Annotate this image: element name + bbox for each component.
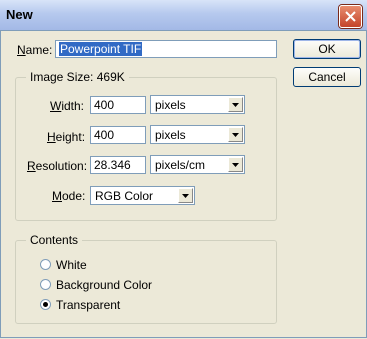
name-input[interactable]: Powerpoint TIF (55, 40, 277, 58)
radio-transparent-label[interactable]: Transparent (56, 298, 120, 312)
cancel-button[interactable]: Cancel (293, 67, 361, 87)
title-bar: New (0, 0, 367, 31)
close-button[interactable] (339, 5, 362, 28)
height-unit-select[interactable]: pixels (150, 125, 245, 144)
radio-white-label[interactable]: White (56, 258, 87, 272)
width-input[interactable]: 400 (90, 96, 146, 114)
image-size-value: 469K (96, 70, 125, 84)
image-size-label: Image Size: (30, 70, 94, 84)
mode-value: RGB Color (95, 189, 154, 203)
width-unit-select[interactable]: pixels (150, 95, 245, 114)
name-value: Powerpoint TIF (59, 42, 143, 56)
resolution-label: Resolution: (27, 159, 88, 173)
close-icon (345, 11, 356, 22)
radio-background-color-label[interactable]: Background Color (56, 278, 152, 292)
chevron-down-icon (228, 157, 243, 172)
height-label: Height: (47, 130, 86, 144)
height-input[interactable]: 400 (90, 126, 146, 144)
radio-background-color[interactable] (40, 279, 51, 290)
radio-white[interactable] (40, 259, 51, 270)
height-unit-value: pixels (155, 128, 186, 142)
width-unit-value: pixels (155, 98, 186, 112)
chevron-down-icon (178, 188, 193, 203)
resolution-input[interactable]: 28.346 (90, 156, 146, 174)
ok-button[interactable]: OK (293, 39, 361, 59)
resolution-unit-value: pixels/cm (155, 158, 206, 172)
name-label: Name: (17, 43, 53, 57)
resolution-unit-select[interactable]: pixels/cm (150, 155, 245, 174)
chevron-down-icon (228, 127, 243, 142)
width-label: Width: (50, 99, 85, 113)
radio-transparent[interactable] (40, 299, 51, 310)
image-size-legend: Image Size: 469K (26, 70, 129, 84)
mode-select[interactable]: RGB Color (90, 186, 195, 205)
mode-label: Mode: (52, 189, 86, 203)
window-title: New (6, 7, 33, 22)
contents-legend: Contents (26, 233, 83, 247)
chevron-down-icon (228, 97, 243, 112)
